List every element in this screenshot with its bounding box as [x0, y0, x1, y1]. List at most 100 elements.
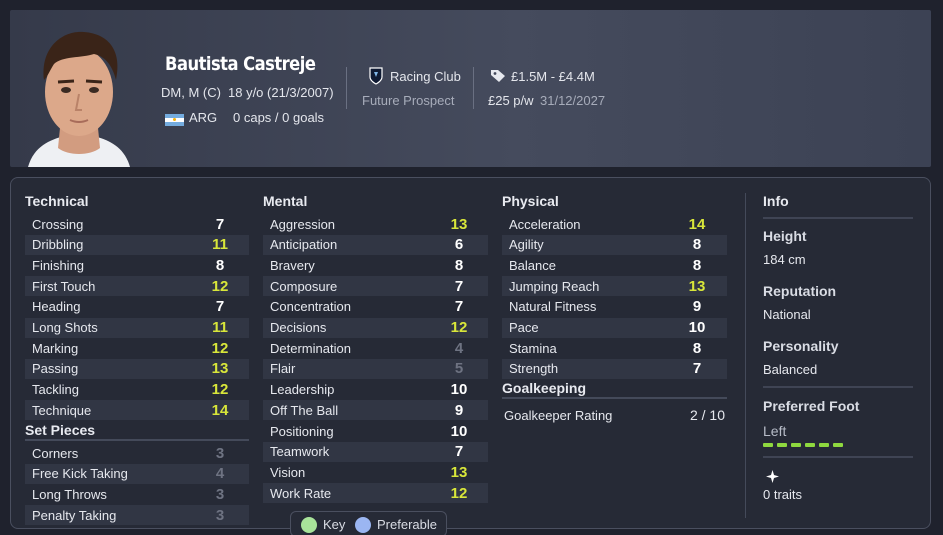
personality-label: Personality — [763, 338, 839, 354]
attribute-value: 6 — [454, 236, 464, 254]
player-wage: £25 p/w — [488, 93, 534, 108]
goalkeeper-rating-label: Goalkeeper Rating — [504, 407, 613, 423]
attribute-row[interactable]: Heading 7 — [25, 297, 249, 317]
attribute-name: Teamwork — [270, 444, 330, 460]
attribute-row[interactable]: Leadership 10 — [263, 380, 488, 400]
attribute-row[interactable]: Acceleration 14 — [502, 214, 727, 234]
attribute-value: 13 — [450, 215, 468, 233]
attribute-value: 10 — [688, 319, 706, 336]
attribute-row[interactable]: Vision 13 — [263, 462, 488, 482]
attribute-value: 7 — [215, 298, 225, 316]
attribute-row[interactable]: Decisions 12 — [263, 317, 488, 338]
header-divider — [346, 67, 347, 109]
attribute-name: Passing — [32, 361, 79, 377]
attribute-name: Acceleration — [509, 216, 581, 232]
attribute-row[interactable]: Finishing 8 — [25, 255, 249, 275]
attribute-row[interactable]: Penalty Taking 3 — [25, 505, 249, 526]
info-title: Info — [763, 193, 789, 209]
goalkeeper-rating-value: 2 / 10 — [689, 407, 725, 423]
attribute-row[interactable]: Long Shots 11 — [25, 317, 249, 338]
attribute-value: 12 — [211, 339, 229, 357]
attribute-row[interactable]: Strength 7 — [502, 358, 727, 379]
attribute-name: Strength — [509, 361, 559, 377]
attribute-value: 7 — [454, 298, 464, 316]
mental-title: Mental — [263, 193, 308, 209]
physical-title: Physical — [502, 193, 559, 209]
attribute-row[interactable]: Agility 8 — [502, 234, 727, 255]
attribute-row[interactable]: Pace 10 — [502, 317, 727, 338]
foot-strength-segment — [777, 443, 787, 447]
attribute-row[interactable]: Crossing 7 — [25, 214, 249, 234]
attribute-name: Anticipation — [270, 237, 338, 253]
attribute-value: 12 — [450, 319, 468, 336]
attribute-name: Decisions — [270, 320, 327, 335]
info-divider — [745, 193, 746, 518]
set-pieces-title: Set Pieces — [25, 422, 96, 438]
attribute-value: 7 — [454, 443, 464, 461]
attribute-row[interactable]: Balance 8 — [502, 255, 727, 275]
attribute-row[interactable]: Natural Fitness 9 — [502, 297, 727, 317]
attribute-row[interactable]: Technique 14 — [25, 400, 249, 421]
attribute-row[interactable]: Composure 7 — [263, 276, 488, 297]
attribute-name: Concentration — [270, 299, 351, 315]
attribute-row[interactable]: Marking 12 — [25, 338, 249, 358]
traits-value[interactable]: 0 traits — [763, 487, 802, 502]
attribute-row[interactable]: Jumping Reach 13 — [502, 276, 727, 297]
technical-title: Technical — [25, 193, 89, 209]
player-age-dob: 18 y/o (21/3/2007) — [228, 85, 334, 100]
key-label: Key — [323, 517, 346, 532]
preferred-foot-value: Left — [763, 423, 787, 439]
attribute-name: Natural Fitness — [509, 299, 597, 315]
attribute-value: 12 — [450, 484, 468, 502]
height-label: Height — [763, 228, 807, 244]
attribute-row[interactable]: Dribbling 11 — [25, 234, 249, 255]
attribute-row[interactable]: Anticipation 6 — [263, 234, 488, 255]
attribute-name: Composure — [270, 278, 338, 294]
player-nationality: ARG — [189, 110, 218, 125]
preferable-dot-icon — [355, 517, 371, 533]
attribute-name: Off The Ball — [270, 402, 339, 418]
attribute-row[interactable]: Corners 3 — [25, 443, 249, 463]
attribute-name: Penalty Taking — [32, 507, 117, 523]
info-title-divider — [763, 217, 913, 219]
contract-end: 31/12/2027 — [540, 93, 606, 108]
player-value: £1.5M - £4.4M — [511, 69, 595, 84]
attribute-name: Leadership — [270, 382, 335, 398]
attribute-value: 12 — [211, 277, 229, 295]
attribute-row[interactable]: Tackling 12 — [25, 380, 249, 400]
sparkle-icon — [766, 470, 779, 483]
foot-strength-segment — [763, 443, 773, 447]
club-link[interactable]: Racing Club — [390, 69, 461, 84]
attribute-name: Crossing — [32, 216, 84, 232]
attribute-name: First Touch — [32, 278, 96, 294]
attribute-row[interactable]: Bravery 8 — [263, 255, 488, 275]
attribute-name: Determination — [270, 340, 351, 356]
reputation-label: Reputation — [763, 283, 837, 299]
attribute-value: 8 — [692, 236, 702, 254]
player-positions: DM, M (C) — [161, 85, 221, 100]
attribute-name: Heading — [32, 299, 81, 315]
attribute-row[interactable]: Positioning 10 — [263, 421, 488, 441]
attribute-row[interactable]: Determination 4 — [263, 338, 488, 358]
attribute-row[interactable]: Free Kick Taking 4 — [25, 463, 249, 484]
attribute-name: Long Shots — [32, 320, 98, 335]
attribute-row[interactable]: Passing 13 — [25, 358, 249, 379]
attribute-row[interactable]: Work Rate 12 — [263, 483, 488, 504]
attribute-row[interactable]: Flair 5 — [263, 358, 488, 379]
attribute-name: Marking — [32, 340, 79, 356]
attribute-name: Finishing — [32, 257, 85, 273]
attribute-row[interactable]: Teamwork 7 — [263, 441, 488, 462]
attribute-name: Bravery — [270, 257, 315, 273]
attribute-value: 10 — [450, 381, 468, 399]
attribute-row[interactable]: Off The Ball 9 — [263, 400, 488, 421]
attribute-row[interactable]: Stamina 8 — [502, 338, 727, 358]
attribute-value: 11 — [212, 319, 228, 336]
attribute-row[interactable]: First Touch 12 — [25, 276, 249, 297]
attribute-value: 12 — [211, 381, 229, 399]
attribute-name: Agility — [509, 237, 544, 253]
attribute-row[interactable]: Aggression 13 — [263, 214, 488, 234]
attribute-row[interactable]: Long Throws 3 — [25, 484, 249, 504]
key-dot-icon — [301, 517, 317, 533]
attribute-name: Aggression — [270, 216, 336, 232]
attribute-row[interactable]: Concentration 7 — [263, 297, 488, 317]
